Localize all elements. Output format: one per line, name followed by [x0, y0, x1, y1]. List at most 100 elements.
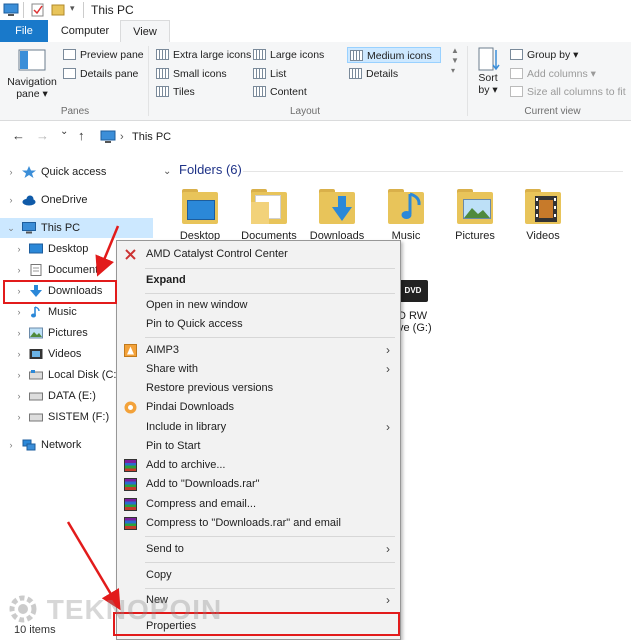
forward-button[interactable]: → [36, 128, 49, 143]
small-icons-option[interactable]: Small icons [156, 66, 227, 82]
large-icons-label: Large icons [270, 49, 325, 61]
properties-icon[interactable] [31, 3, 45, 17]
menu-item-copy[interactable]: Copy [117, 566, 400, 585]
expand-chevron-icon[interactable]: › [6, 162, 16, 182]
sort-by-button[interactable]: Sort by ▾ [472, 46, 504, 96]
preview-pane-button[interactable]: Preview pane [63, 47, 144, 63]
menu-item-include-library[interactable]: Include in library › [117, 418, 400, 437]
status-item-count: 10 items [14, 624, 56, 636]
document-icon [30, 264, 42, 276]
medium-icons-icon [350, 50, 363, 61]
pictures-icon [463, 199, 491, 219]
menu-label: AMD Catalyst Control Center [146, 248, 288, 260]
size-all-columns-button[interactable]: Size all columns to fit [510, 84, 626, 100]
breadcrumb-this-pc[interactable]: This PC [132, 131, 171, 143]
tab-view[interactable]: View [120, 20, 170, 44]
dvd-drive[interactable]: DVD D RW ve (G:) [398, 280, 438, 334]
large-icons-option[interactable]: Large icons [253, 47, 324, 63]
list-option[interactable]: List [253, 66, 286, 82]
nav-item-this-pc[interactable]: ⌄ This PC [0, 218, 153, 238]
expand-chevron-icon[interactable]: › [14, 365, 24, 385]
winrar-icon [124, 517, 137, 530]
folder-pictures[interactable]: Pictures [446, 186, 504, 242]
menu-separator [145, 536, 395, 537]
add-columns-icon [510, 68, 523, 79]
collapse-chevron-icon[interactable]: ⌄ [163, 166, 171, 177]
navigation-pane-icon [18, 49, 46, 71]
tiles-label: Tiles [173, 86, 195, 98]
ribbon-separator [467, 46, 468, 116]
folders-group-header[interactable]: ⌄ Folders (6) [163, 162, 623, 177]
menu-item-open-new-window[interactable]: Open in new window [117, 296, 400, 315]
details-pane-button[interactable]: Details pane [63, 66, 138, 82]
up-button[interactable]: ↑ [78, 128, 85, 143]
nav-pane-label-2: pane ▾ [16, 88, 48, 100]
folder-icon [386, 186, 426, 226]
collapse-chevron-icon[interactable]: ⌄ [6, 218, 16, 238]
address-field[interactable]: › This PC [96, 127, 626, 147]
submenu-arrow-icon: › [386, 542, 390, 556]
menu-item-expand[interactable]: Expand [117, 271, 400, 290]
navigation-pane-button[interactable]: Navigation pane ▾ [6, 48, 58, 104]
winrar-icon [124, 459, 137, 472]
menu-item-add-archive[interactable]: Add to archive... [117, 456, 400, 475]
menu-item-pin-quick-access[interactable]: Pin to Quick access [117, 315, 400, 334]
recent-locations-dropdown[interactable]: ⌄ [60, 126, 68, 137]
add-columns-button[interactable]: Add columns ▾ [510, 66, 596, 82]
title-bar: ▾ This PC [0, 0, 631, 20]
menu-item-add-rar[interactable]: Add to "Downloads.rar" [117, 475, 400, 494]
nav-item-onedrive[interactable]: › OneDrive [0, 190, 155, 210]
tab-computer[interactable]: Computer [55, 20, 115, 42]
drive-icon [29, 392, 43, 401]
menu-separator [145, 562, 395, 563]
layout-scroll-icon[interactable]: ▲ ▼ ▾ [451, 46, 459, 76]
expand-chevron-icon[interactable]: › [6, 190, 16, 210]
qat-separator [23, 2, 24, 18]
folder-videos[interactable]: Videos [514, 186, 572, 242]
nav-label: DATA (E:) [48, 390, 96, 402]
new-folder-icon[interactable] [51, 3, 65, 17]
menu-item-pin-start[interactable]: Pin to Start [117, 437, 400, 456]
nav-item-quick-access[interactable]: › Quick access [0, 162, 155, 182]
dvd-badge-text: DVD [404, 286, 422, 295]
sort-label-2: by ▾ [478, 84, 498, 96]
menu-label: Restore previous versions [146, 382, 274, 394]
folders-header-label: Folders (6) [179, 162, 242, 177]
menu-item-restore-versions[interactable]: Restore previous versions [117, 379, 400, 398]
content-option[interactable]: Content [253, 84, 307, 100]
extra-large-icons-option[interactable]: Extra large icons [156, 47, 251, 63]
tiles-option[interactable]: Tiles [156, 84, 195, 100]
group-by-button[interactable]: Group by ▾ [510, 47, 578, 63]
expand-chevron-icon[interactable]: › [14, 344, 24, 364]
submenu-arrow-icon: › [386, 420, 390, 434]
folder-downloads[interactable]: Downloads [308, 186, 366, 242]
breadcrumb-separator[interactable]: › [120, 131, 124, 143]
expand-chevron-icon[interactable]: › [6, 435, 16, 455]
folder-icon [249, 186, 289, 226]
back-button[interactable]: ← [12, 128, 25, 143]
expand-chevron-icon[interactable]: › [14, 260, 24, 280]
details-icon [349, 68, 362, 79]
menu-item-compress-rar-email[interactable]: Compress to "Downloads.rar" and email [117, 514, 400, 533]
menu-item-send-to[interactable]: Send to › [117, 540, 400, 559]
tab-file[interactable]: File [0, 20, 48, 42]
expand-chevron-icon[interactable]: › [14, 386, 24, 406]
expand-chevron-icon[interactable]: › [14, 407, 24, 427]
folder-music[interactable]: Music [377, 186, 435, 242]
expand-chevron-icon[interactable]: › [14, 302, 24, 322]
context-menu: AMD Catalyst Control Center Expand Open … [116, 240, 401, 640]
menu-item-aimp[interactable]: AIMP3 › [117, 341, 400, 360]
details-option[interactable]: Details [349, 66, 398, 82]
expand-chevron-icon[interactable]: › [14, 323, 24, 343]
menu-item-pindai[interactable]: Pindai Downloads [117, 398, 400, 417]
folder-icon [455, 186, 495, 226]
menu-item-amd-catalyst[interactable]: AMD Catalyst Control Center [117, 245, 400, 264]
menu-item-share-with[interactable]: Share with › [117, 360, 400, 379]
menu-item-compress-email[interactable]: Compress and email... [117, 495, 400, 514]
medium-icons-option[interactable]: Medium icons [347, 47, 441, 63]
folder-desktop[interactable]: Desktop [171, 186, 229, 242]
qat-dropdown-icon[interactable]: ▾ [70, 3, 75, 17]
expand-chevron-icon[interactable]: › [14, 239, 24, 259]
folder-documents[interactable]: Documents [240, 186, 298, 242]
menu-separator [145, 337, 395, 338]
